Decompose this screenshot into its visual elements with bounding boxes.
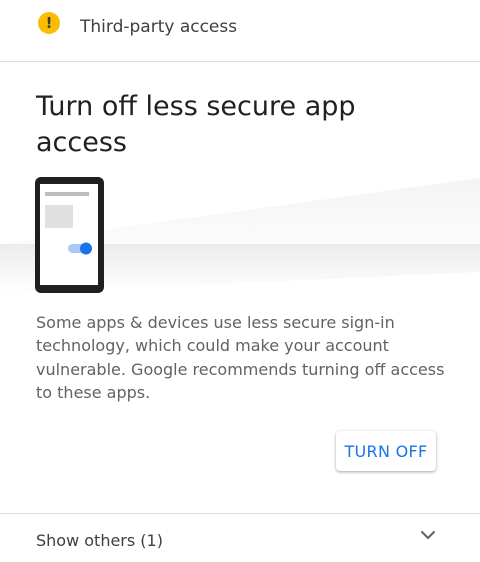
security-card: ! Third-party access Turn off less secur… (0, 0, 480, 562)
show-others-label: Show others (1) (36, 531, 163, 550)
chevron-down-icon[interactable] (419, 528, 437, 542)
show-others-row[interactable]: Show others (1) (0, 513, 480, 562)
warning-icon: ! (38, 12, 60, 34)
section-title: Third-party access (80, 17, 238, 37)
card-heading: Turn off less secure app access (36, 91, 356, 158)
phone-screen (40, 184, 98, 285)
card-description: Some apps & devices use less secure sign… (36, 313, 445, 402)
phone-toggle-illustration (0, 177, 480, 294)
toggle-knob (80, 242, 92, 255)
section-header[interactable]: ! Third-party access (0, 0, 480, 62)
turn-off-button[interactable]: TURN OFF (336, 431, 436, 471)
screen-block (45, 205, 73, 228)
screen-line (45, 192, 89, 196)
